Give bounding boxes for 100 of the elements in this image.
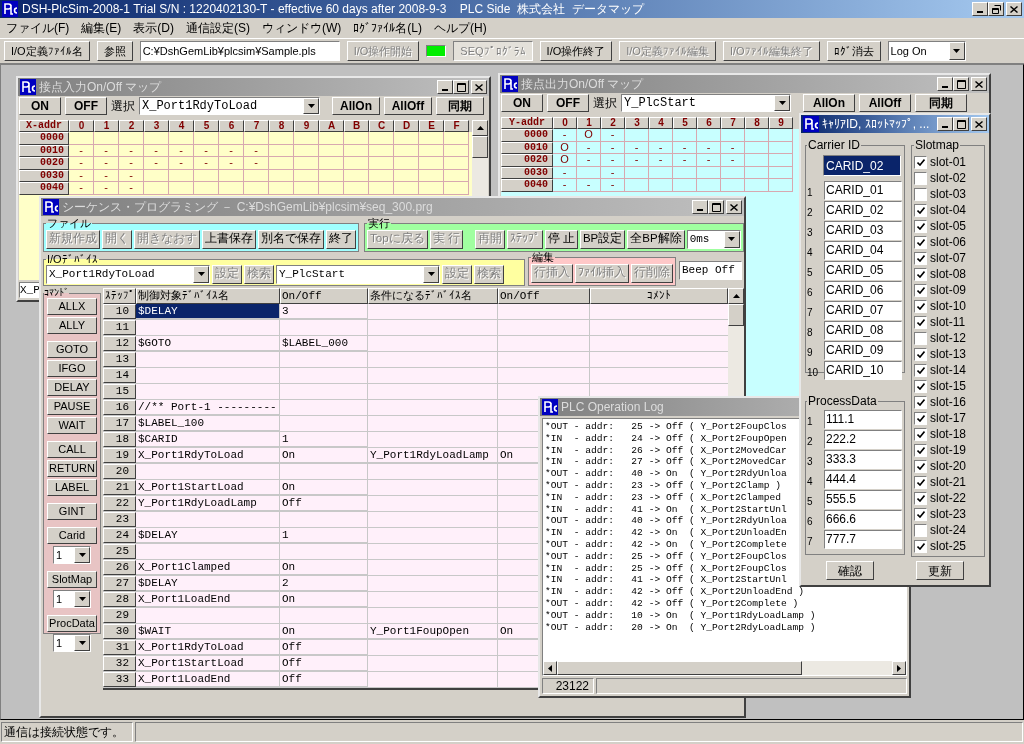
index-label: 6 <box>807 514 814 527</box>
column-header: 9 <box>294 120 319 132</box>
checkbox-label: slot-22 <box>930 492 967 504</box>
log-line: *OUT - addr: 20 -> On ( Y_Port2RdyLoadLamp ) <box>545 621 816 634</box>
column-header: 6 <box>219 120 244 132</box>
row-header: 16 <box>103 400 136 415</box>
row-header: 0040 <box>501 179 553 192</box>
group-label: I/Oﾃﾞﾊﾞｲｽ <box>46 254 99 265</box>
log-line: *IN - addr: 41 -> Off ( X_Port2StartUnl <box>545 574 787 587</box>
index-label: 6 <box>807 285 814 298</box>
row-header: 0020 <box>501 154 553 167</box>
index-label: 7 <box>807 305 814 318</box>
checkbox-label: slot-09 <box>930 284 967 296</box>
checkbox-label: slot-13 <box>930 348 967 360</box>
log-line: *IN - addr: 41 -> On ( X_Port2StartUnl <box>545 503 787 516</box>
window-title: シーケンス・プログラミング － C:¥DshGemLib¥plcsim¥seq_300.prg <box>62 201 434 213</box>
column-header: E <box>419 120 444 132</box>
checkbox-label: slot-10 <box>930 300 967 312</box>
index-label: 3 <box>807 454 814 467</box>
checkbox-label: slot-15 <box>930 380 967 392</box>
status-text: 23122 <box>542 678 594 694</box>
column-header: 5 <box>194 120 219 132</box>
log-line: *OUT - addr: 25 -> Off ( Y_Port2FoupClos <box>545 550 787 563</box>
row-header: 17 <box>103 416 136 431</box>
row-header: 14 <box>103 368 136 383</box>
checkbox-label: slot-25 <box>930 540 967 552</box>
row-header: 0020 <box>19 157 69 170</box>
checkbox-label: slot-16 <box>930 396 967 408</box>
checkbox-label: slot-07 <box>930 252 967 264</box>
checkbox-label: slot-20 <box>930 460 967 472</box>
log-line: *OUT - addr: 42 -> Off ( Y_Port2Complete ) <box>545 597 799 610</box>
column-header: 8 <box>269 120 294 132</box>
row-header: 32 <box>103 656 136 671</box>
checkbox-label: slot-01 <box>930 156 967 168</box>
checkbox-label: slot-05 <box>930 220 967 232</box>
checkbox-label: slot-21 <box>930 476 967 488</box>
checkbox-label: slot-11 <box>930 316 966 328</box>
group-label: Slotmap <box>914 139 961 151</box>
column-header: 2 <box>601 117 625 129</box>
checkbox-label: slot-06 <box>930 236 967 248</box>
index-label: 4 <box>807 245 814 258</box>
log-line: *OUT - addr: 40 -> Off ( Y_Port2RdyUnloa <box>545 515 787 528</box>
column-header: A <box>319 120 344 132</box>
checkbox-label: slot-23 <box>930 508 967 520</box>
log-line: *OUT - addr: 42 -> On ( Y_Port2Complete <box>545 538 787 551</box>
index-label: 2 <box>807 205 814 218</box>
select-label: 選択 <box>111 98 135 115</box>
group-label: Carrier ID <box>807 139 861 151</box>
index-label: 5 <box>807 494 814 507</box>
column-header: 1 <box>94 120 119 132</box>
row-header: 20 <box>103 464 136 479</box>
row-header: 0000 <box>19 132 69 145</box>
window-title: ｷｬﾘｱID, ｽﾛｯﾄﾏｯﾌﾟ, ... <box>822 118 931 130</box>
index-label: 5 <box>807 265 814 278</box>
index-label: 1 <box>807 185 814 198</box>
row-header: 15 <box>103 384 136 399</box>
window-title: PLC Operation Log <box>561 401 665 413</box>
index-label: 10 <box>807 365 820 378</box>
checkbox-label: slot-24 <box>930 524 967 536</box>
checkbox-label: slot-02 <box>930 172 967 184</box>
row-header: 27 <box>103 576 136 591</box>
group-label: 実行 <box>367 218 391 229</box>
log-line: *OUT - addr: 40 -> On ( Y_Port2RdyUnloa <box>545 468 787 480</box>
group-label: ｺﾏﾝﾄﾞ <box>44 288 69 298</box>
log-line: *IN - addr: 42 -> On ( X_Port2UnloadEn <box>545 527 787 539</box>
row-header: 33 <box>103 672 136 687</box>
log-line: *IN - addr: 42 -> Off ( X_Port2UnloadEnd ) <box>545 586 805 598</box>
log-line: *IN - addr: 25 -> Off ( X_Port2FoupClos <box>545 562 787 575</box>
row-header: 19 <box>103 448 136 463</box>
log-line: *IN - addr: 23 -> Off ( X_Port2Clamped <box>545 491 782 504</box>
row-header: 25 <box>103 544 136 559</box>
checkbox-label: slot-03 <box>930 188 967 200</box>
index-label: 9 <box>807 345 814 358</box>
column-header: 7 <box>244 120 269 132</box>
window-title: DSH-PlcSim-2008-1 Trial S/N : 1220402130-T - effective 60 days after 2008-9-3 PLC Side 株式会社 データマップ <box>22 3 646 15</box>
index-label: 7 <box>807 534 814 547</box>
row-header: 18 <box>103 432 136 447</box>
group-label: 編集 <box>531 252 555 263</box>
log-line: *IN - addr: 27 -> Off ( X_Port2MovedCar <box>545 456 787 469</box>
row-header: 30 <box>103 624 136 639</box>
column-header: 0 <box>553 117 577 129</box>
row-header: 0000 <box>501 129 553 142</box>
row-header: 29 <box>103 608 136 623</box>
group-label: ファイル <box>46 218 92 229</box>
column-header: Y-addr <box>501 117 553 129</box>
row-header: 10 <box>103 304 136 319</box>
column-header: 6 <box>697 117 721 129</box>
row-header: 31 <box>103 640 136 655</box>
select-label: 選択 <box>593 95 617 112</box>
column-header: C <box>369 120 394 132</box>
log-line: *IN - addr: 24 -> Off ( X_Port2FoupOpen <box>545 432 787 445</box>
status-text: 通信は接続状態です。 <box>1 722 133 742</box>
index-label: 1 <box>807 414 814 427</box>
row-header: 26 <box>103 560 136 575</box>
window-title: 接点入力On/Off マップ <box>39 81 163 93</box>
column-header: 0 <box>69 120 94 132</box>
column-header: 9 <box>769 117 793 129</box>
checkbox-label: slot-19 <box>930 444 967 456</box>
column-header: X-addr <box>19 120 69 132</box>
log-line: *OUT - addr: 10 -> On ( Y_Port1RdyLoadLamp ) <box>545 609 816 622</box>
